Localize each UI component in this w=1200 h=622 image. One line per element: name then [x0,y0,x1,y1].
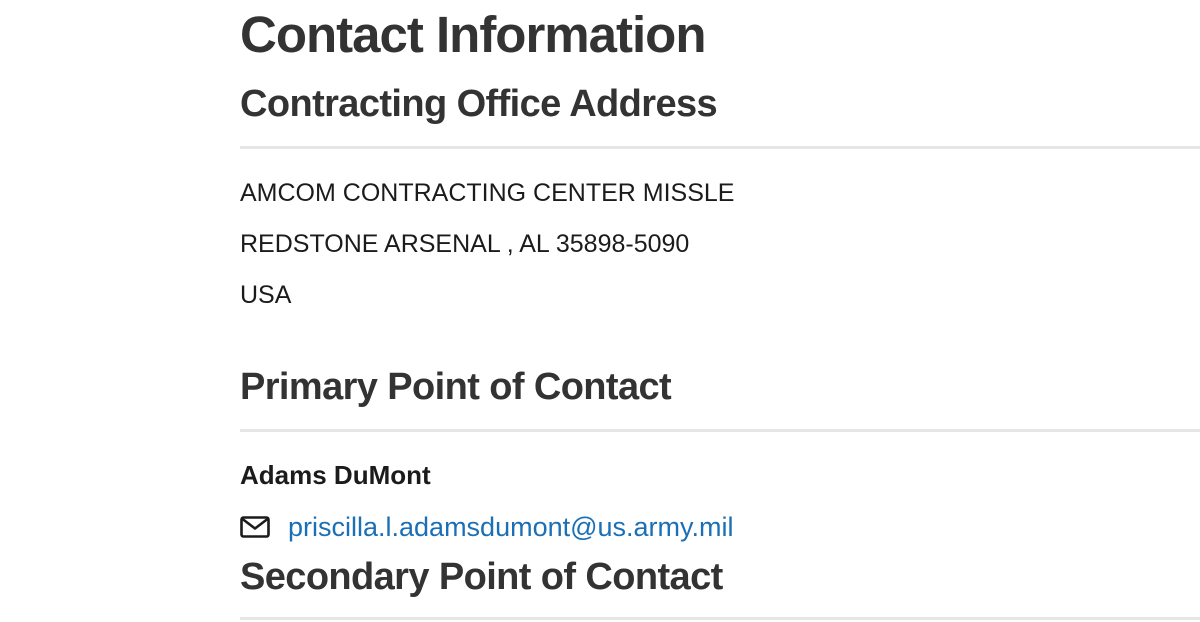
page-title: Contact Information [240,6,706,63]
address-line-1: AMCOM CONTRACTING CENTER MISSLE [240,179,735,207]
divider [240,146,1200,149]
primary-contact-email-link[interactable]: priscilla.l.adamsdumont@us.army.mil [288,510,734,544]
envelope-icon [240,516,270,538]
primary-contact-email-row: priscilla.l.adamsdumont@us.army.mil [240,510,734,544]
secondary-contact-heading: Secondary Point of Contact [240,556,723,598]
page: Contact Information Contracting Office A… [0,0,1200,622]
primary-contact-heading: Primary Point of Contact [240,366,672,408]
primary-contact-name: Adams DuMont [240,460,431,490]
address-line-3: USA [240,281,292,309]
office-address-heading: Contracting Office Address [240,83,718,125]
divider [240,429,1200,432]
divider [240,617,1200,620]
address-line-2: REDSTONE ARSENAL , AL 35898-5090 [240,230,690,258]
